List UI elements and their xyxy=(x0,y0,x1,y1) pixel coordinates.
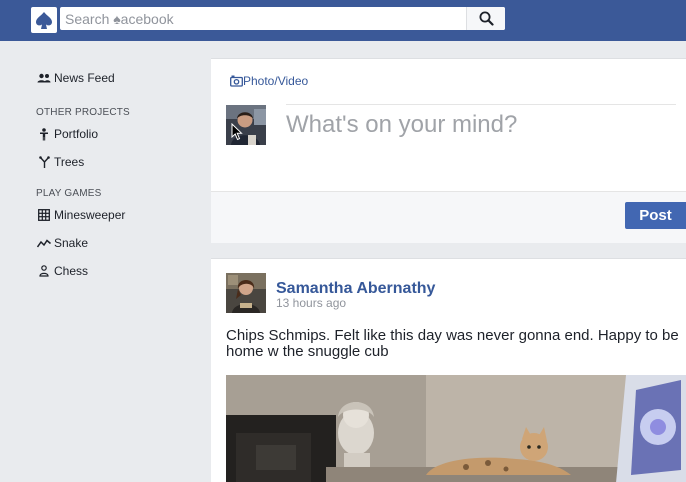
tab-photo-video[interactable]: Photo/Video xyxy=(230,74,308,88)
search-input[interactable] xyxy=(60,7,466,30)
grid-icon xyxy=(36,208,52,222)
person-icon xyxy=(36,127,52,141)
top-navigation-bar xyxy=(0,0,686,41)
sidebar-item-label: Minesweeper xyxy=(54,208,126,222)
sidebar-item-label: Trees xyxy=(54,155,85,169)
sidebar-item-label: Snake xyxy=(54,236,89,250)
post-composer: Photo/Video What's on your mind? Post xyxy=(211,58,686,243)
post-timestamp[interactable]: 13 hours ago xyxy=(276,296,346,310)
camera-icon xyxy=(230,75,243,87)
post-photo[interactable] xyxy=(226,375,686,482)
sidebar-item-portfolio[interactable]: Portfolio xyxy=(36,120,196,148)
section-heading-other-projects: OTHER PROJECTS xyxy=(36,107,130,118)
tab-label: Photo/Video xyxy=(243,74,309,88)
zigzag-icon xyxy=(36,236,52,250)
mouse-cursor-icon xyxy=(231,123,243,141)
sidebar-item-chess[interactable]: Chess xyxy=(36,257,196,285)
search-button[interactable] xyxy=(466,7,505,30)
sidebar-item-minesweeper[interactable]: Minesweeper xyxy=(36,201,196,229)
feed-post: Samantha Abernathy 13 hours ago Chips Sc… xyxy=(211,258,686,482)
sidebar-item-label: Chess xyxy=(54,264,89,278)
avatar[interactable] xyxy=(226,273,266,313)
search-bar xyxy=(60,7,505,30)
sidebar-item-news-feed[interactable]: News Feed xyxy=(36,64,196,92)
composer-footer: Post xyxy=(211,192,686,243)
sidebar-item-label: Portfolio xyxy=(54,127,99,141)
sidebar-item-snake[interactable]: Snake xyxy=(36,229,196,257)
left-sidebar: News Feed OTHER PROJECTS Portfolio Trees… xyxy=(36,64,196,285)
tree-branch-icon xyxy=(36,155,52,169)
pawn-icon xyxy=(36,264,52,278)
search-icon xyxy=(479,11,494,26)
section-heading-play-games: PLAY GAMES xyxy=(36,188,102,199)
people-icon xyxy=(36,71,52,85)
sidebar-item-label: News Feed xyxy=(54,71,115,85)
post-text: Chips Schmips. Felt like this day was ne… xyxy=(226,327,679,360)
status-input[interactable]: What's on your mind? xyxy=(286,111,517,139)
divider xyxy=(286,104,676,105)
sidebar-item-trees[interactable]: Trees xyxy=(36,148,196,176)
post-button[interactable]: Post xyxy=(625,202,686,229)
spade-logo-icon[interactable] xyxy=(31,7,57,33)
